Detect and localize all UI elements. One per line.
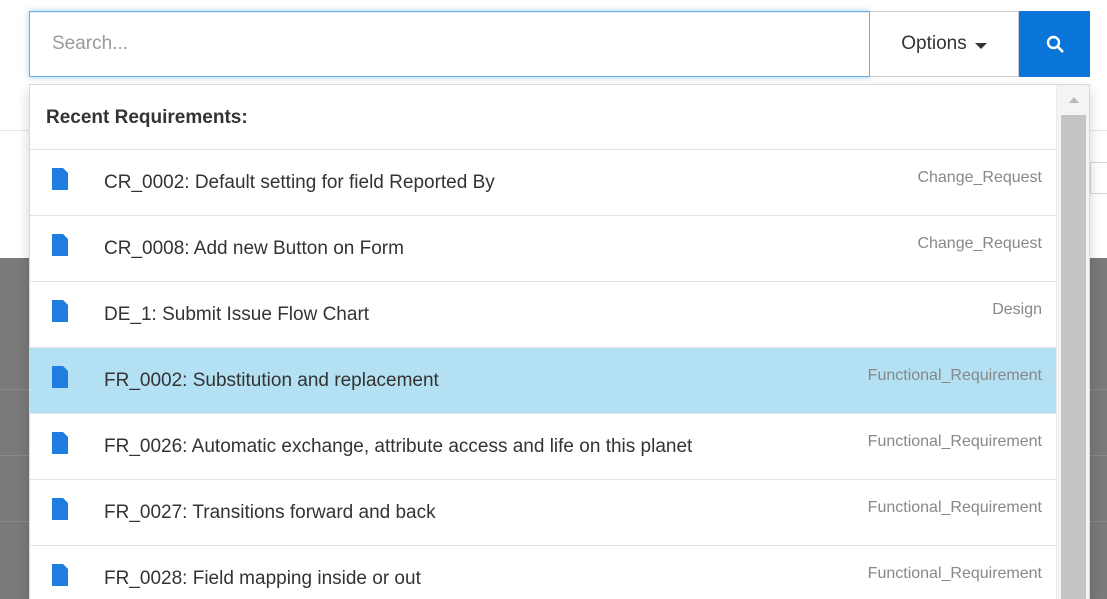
- scroll-up-arrow-icon[interactable]: [1069, 97, 1079, 103]
- item-title: DE_1: Submit Issue Flow Chart: [104, 304, 370, 325]
- scroll-thumb[interactable]: [1061, 115, 1086, 599]
- options-button-label: Options: [901, 33, 967, 54]
- requirements-list: CR_0002: Default setting for field Repor…: [30, 149, 1056, 599]
- document-icon: [52, 366, 68, 388]
- search-bar: Options: [29, 11, 1090, 77]
- item-title: FR_0028: Field mapping inside or out: [104, 568, 421, 589]
- caret-down-icon: [974, 42, 987, 49]
- document-icon: [52, 168, 68, 190]
- item-type: Change_Request: [917, 169, 1042, 186]
- item-type: Functional_Requirement: [867, 499, 1042, 516]
- item-title: FR_0026: Automatic exchange, attribute a…: [104, 436, 693, 457]
- list-item[interactable]: DE_1: Submit Issue Flow Chart Design: [30, 281, 1056, 347]
- list-item[interactable]: FR_0026: Automatic exchange, attribute a…: [30, 413, 1056, 479]
- recent-requirements-dropdown: Recent Requirements: CR_0002: Default se…: [29, 84, 1090, 599]
- document-icon: [52, 432, 68, 454]
- item-title: CR_0008: Add new Button on Form: [104, 238, 404, 259]
- item-type: Change_Request: [917, 235, 1042, 252]
- search-button[interactable]: [1019, 11, 1090, 77]
- list-item[interactable]: FR_0028: Field mapping inside or out Fun…: [30, 545, 1056, 599]
- dropdown-scrollbar[interactable]: [1056, 85, 1089, 599]
- document-icon: [52, 564, 68, 586]
- document-icon: [52, 498, 68, 520]
- item-type: Design: [992, 301, 1042, 318]
- item-type: Functional_Requirement: [867, 565, 1042, 582]
- search-input[interactable]: [29, 11, 870, 77]
- search-icon: [1046, 35, 1064, 53]
- background-tab: [1090, 162, 1107, 194]
- document-icon: [52, 300, 68, 322]
- list-item-active[interactable]: FR_0002: Substitution and replacement Fu…: [30, 347, 1056, 413]
- item-title: CR_0002: Default setting for field Repor…: [104, 172, 495, 193]
- list-item[interactable]: CR_0008: Add new Button on Form Change_R…: [30, 215, 1056, 281]
- options-button[interactable]: Options: [870, 11, 1019, 77]
- list-item[interactable]: CR_0002: Default setting for field Repor…: [30, 149, 1056, 215]
- document-icon: [52, 234, 68, 256]
- dropdown-header: Recent Requirements:: [46, 107, 248, 128]
- item-type: Functional_Requirement: [867, 367, 1042, 384]
- item-title: FR_0027: Transitions forward and back: [104, 502, 436, 523]
- item-type: Functional_Requirement: [867, 433, 1042, 450]
- list-item[interactable]: FR_0027: Transitions forward and back Fu…: [30, 479, 1056, 545]
- item-title: FR_0002: Substitution and replacement: [104, 370, 439, 391]
